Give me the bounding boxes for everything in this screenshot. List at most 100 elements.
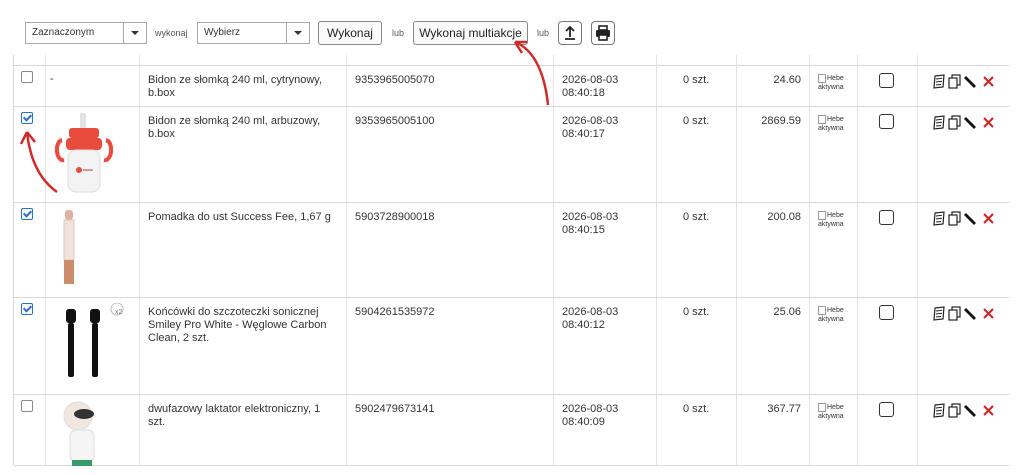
product-date: 2026-08-03 [562, 306, 619, 318]
row-flag-checkbox[interactable] [879, 402, 894, 417]
delete-icon[interactable] [982, 74, 995, 89]
perform-label: wykonaj [155, 28, 188, 38]
row-flag-checkbox[interactable] [879, 210, 894, 225]
edit-pencil-icon[interactable] [964, 306, 978, 321]
action-select-value: Wybierz [204, 27, 241, 38]
products-table: - Bidon ze słomką 240 ml, cytrynowy, b.bo… [13, 55, 1009, 466]
broken-image-icon [818, 403, 826, 412]
product-ean: 5903728900018 [355, 211, 435, 223]
scope-select[interactable]: Zaznaczonym [25, 22, 147, 44]
product-name[interactable]: Bidon ze słomką 240 ml, arbuzowy, b.box [148, 115, 338, 141]
copy-icon[interactable] [948, 306, 961, 321]
status-text: aktywna [818, 413, 844, 420]
edit-pencil-icon[interactable] [964, 403, 978, 418]
product-price: 2869.59 [761, 115, 801, 127]
product-price: 367.77 [767, 403, 801, 415]
status-badge: Hebe aktywna [818, 403, 844, 421]
row-select-checkbox[interactable] [21, 208, 33, 220]
product-quantity: 0 szt. [683, 211, 710, 223]
delete-icon[interactable] [982, 115, 995, 130]
thumbnail-placeholder: - [50, 73, 54, 85]
row-actions [932, 74, 1007, 90]
upload-icon [565, 25, 575, 40]
table-row: Bidon ze słomką 240 ml, arbuzowy, b.box 9… [14, 106, 1009, 203]
status-badge: Hebe aktywna [818, 74, 844, 92]
execute-multiaction-button[interactable]: Wykonaj multiakcje [413, 21, 528, 45]
product-date: 2026-08-03 [562, 211, 619, 223]
product-date: 2026-08-03 [562, 403, 619, 415]
bulk-action-toolbar: Zaznaczonym wykonaj Wybierz Wykonaj lub … [0, 0, 1024, 55]
delete-icon[interactable] [982, 211, 995, 226]
notes-icon[interactable] [932, 306, 946, 321]
product-date: 2026-08-03 [562, 74, 619, 86]
product-time: 08:40:18 [562, 87, 605, 99]
printer-icon [596, 25, 610, 41]
row-select-checkbox[interactable] [21, 112, 33, 124]
product-time: 08:40:09 [562, 416, 605, 428]
delete-icon[interactable] [982, 403, 995, 418]
delete-icon[interactable] [982, 306, 995, 321]
product-thumbnail [54, 302, 154, 388]
notes-icon[interactable] [932, 211, 946, 226]
row-actions [932, 115, 1007, 131]
product-time: 08:40:17 [562, 128, 605, 140]
product-time: 08:40:12 [562, 319, 605, 331]
export-button[interactable] [558, 21, 582, 45]
broken-image-icon [818, 115, 826, 124]
copy-icon[interactable] [948, 115, 961, 130]
status-text: aktywna [818, 125, 844, 132]
product-quantity: 0 szt. [683, 74, 710, 86]
broken-image-icon [818, 74, 826, 83]
product-thumbnail [54, 112, 154, 202]
row-select-checkbox[interactable] [21, 71, 33, 83]
scope-select-value: Zaznaczonym [32, 27, 95, 38]
row-flag-checkbox[interactable] [879, 73, 894, 88]
copy-icon[interactable] [948, 403, 961, 418]
product-name[interactable]: Pomadka do ust Success Fee, 1,67 g [148, 211, 338, 224]
row-flag-checkbox[interactable] [879, 305, 894, 320]
product-time: 08:40:15 [562, 224, 605, 236]
status-badge: Hebe aktywna [818, 306, 844, 324]
edit-pencil-icon[interactable] [964, 74, 978, 89]
copy-icon[interactable] [948, 211, 961, 226]
product-price: 24.60 [773, 74, 801, 86]
product-quantity: 0 szt. [683, 115, 710, 127]
chevron-down-icon [286, 23, 309, 43]
copy-icon[interactable] [948, 74, 961, 89]
product-name[interactable]: Bidon ze słomką 240 ml, cytrynowy, b.box [148, 74, 338, 100]
row-select-checkbox[interactable] [21, 400, 33, 412]
row-select-checkbox[interactable] [21, 303, 33, 315]
execute-button[interactable]: Wykonaj [318, 21, 382, 45]
status-badge: Hebe aktywna [818, 115, 844, 133]
print-button[interactable] [591, 21, 615, 45]
notes-icon[interactable] [932, 115, 946, 130]
product-thumbnail [54, 400, 154, 475]
edit-pencil-icon[interactable] [964, 115, 978, 130]
product-name[interactable]: dwufazowy laktator elektroniczny, 1 szt. [148, 403, 338, 429]
product-quantity: 0 szt. [683, 403, 710, 415]
edit-pencil-icon[interactable] [964, 211, 978, 226]
product-quantity: 0 szt. [683, 306, 710, 318]
table-row: - Bidon ze słomką 240 ml, cytrynowy, b.bo… [14, 65, 1009, 107]
product-name[interactable]: Końcówki do szczoteczki sonicznej Smiley… [148, 306, 338, 345]
status-text: aktywna [818, 221, 844, 228]
product-ean: 5902479673141 [355, 403, 435, 415]
product-price: 25.06 [773, 306, 801, 318]
row-flag-checkbox[interactable] [879, 114, 894, 129]
row-actions [932, 306, 1007, 322]
product-ean: 9353965005070 [355, 74, 435, 86]
pack-count-badge: x2 [115, 309, 123, 316]
table-row: dwufazowy laktator elektroniczny, 1 szt.… [14, 394, 1009, 466]
notes-icon[interactable] [932, 74, 946, 89]
product-ean: 9353965005100 [355, 115, 435, 127]
broken-image-icon [818, 211, 826, 220]
product-ean: 5904261535972 [355, 306, 435, 318]
action-select[interactable]: Wybierz [197, 22, 310, 44]
product-date: 2026-08-03 [562, 115, 619, 127]
or-label-2: lub [537, 28, 550, 38]
row-actions [932, 211, 1007, 227]
status-badge: Hebe aktywna [818, 211, 844, 229]
or-label: lub [392, 28, 405, 38]
status-text: aktywna [818, 84, 844, 91]
notes-icon[interactable] [932, 403, 946, 418]
